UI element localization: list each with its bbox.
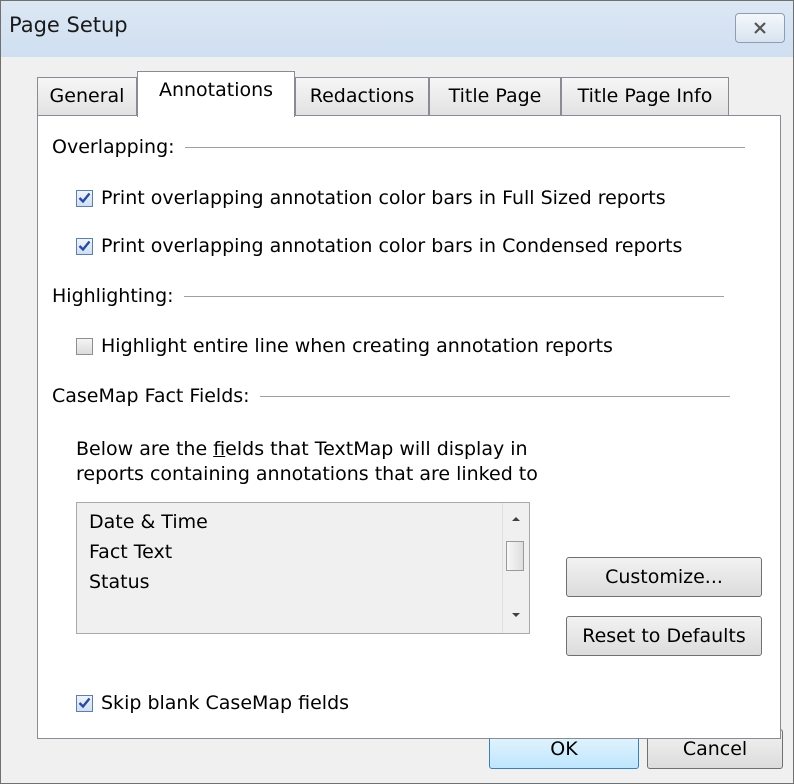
scroll-thumb[interactable] <box>506 541 524 571</box>
close-icon <box>754 22 766 34</box>
condensed-checkbox[interactable] <box>76 237 93 255</box>
tab-label: Redactions <box>309 85 415 107</box>
checkmark-icon <box>78 192 91 204</box>
dialog-title: Page Setup <box>9 13 128 37</box>
accelerator-key: f <box>213 438 226 460</box>
page-setup-dialog: Page Setup General Annotations Redaction… <box>0 0 794 784</box>
ok-label: OK <box>550 738 578 760</box>
reset-label: Reset to Defaults <box>582 625 746 647</box>
casemap-fields-list[interactable]: Date & Time Fact Text Status <box>76 502 530 634</box>
description-text: ields that TextMap will display in <box>225 438 528 460</box>
customize-button[interactable]: Customize... <box>566 557 762 597</box>
full-sized-checkbox-row[interactable]: Print overlapping annotation color bars … <box>76 187 666 209</box>
close-button[interactable] <box>735 13 785 43</box>
casemap-description: Below are the fields that TextMap will d… <box>76 437 538 487</box>
title-bar[interactable]: Page Setup <box>1 1 793 57</box>
entire-line-checkbox-row[interactable]: Highlight entire line when creating anno… <box>76 335 613 357</box>
casemap-heading: CaseMap Fact Fields: <box>52 385 250 407</box>
scroll-down-icon[interactable] <box>510 611 522 619</box>
checkmark-icon <box>78 697 91 709</box>
tab-label: Annotations <box>158 79 274 101</box>
customize-label: Customize... <box>605 566 723 588</box>
list-item[interactable]: Fact Text <box>89 541 172 563</box>
skip-blank-checkbox-row[interactable]: Skip blank CaseMap fields <box>76 692 349 714</box>
skip-blank-checkbox[interactable] <box>76 694 93 712</box>
tab-title-page[interactable]: Title Page <box>429 77 561 115</box>
list-scrollbar[interactable] <box>502 503 529 633</box>
condensed-checkbox-row[interactable]: Print overlapping annotation color bars … <box>76 235 682 257</box>
condensed-label: Print overlapping annotation color bars … <box>101 235 683 257</box>
tab-label: Title Page Info <box>577 85 713 107</box>
tab-label: General <box>49 85 125 107</box>
casemap-group: CaseMap Fact Fields: <box>52 385 730 407</box>
full-sized-checkbox[interactable] <box>76 189 93 207</box>
entire-line-checkbox[interactable] <box>76 337 93 355</box>
reset-to-defaults-button[interactable]: Reset to Defaults <box>566 616 762 656</box>
tab-annotations[interactable]: Annotations <box>137 71 295 117</box>
description-line-1: Below are the fields that TextMap will d… <box>76 437 538 462</box>
dialog-body: General Annotations Redactions Title Pag… <box>1 57 793 783</box>
overlapping-group: Overlapping: <box>52 136 745 158</box>
annotations-panel: Overlapping: Print overlapping annotatio… <box>37 115 781 739</box>
description-line-2: reports containing annotations that are … <box>76 463 538 485</box>
overlapping-heading: Overlapping: <box>52 136 175 158</box>
divider <box>184 146 745 148</box>
highlighting-group: Highlighting: <box>52 285 724 307</box>
tab-general[interactable]: General <box>37 77 137 115</box>
full-sized-label: Print overlapping annotation color bars … <box>101 187 666 209</box>
checkmark-icon <box>78 240 91 252</box>
divider <box>183 295 724 297</box>
tab-title-page-info[interactable]: Title Page Info <box>561 77 729 115</box>
tab-label: Title Page <box>448 85 542 107</box>
cancel-label: Cancel <box>682 738 748 760</box>
highlighting-heading: Highlighting: <box>52 285 174 307</box>
skip-blank-label: Skip blank CaseMap fields <box>101 692 350 714</box>
entire-line-label: Highlight entire line when creating anno… <box>101 335 613 357</box>
tab-redactions[interactable]: Redactions <box>295 77 429 115</box>
scroll-up-icon[interactable] <box>510 515 522 523</box>
description-text: Below are the <box>76 438 214 460</box>
list-item[interactable]: Status <box>89 571 150 593</box>
divider <box>259 395 730 397</box>
list-item[interactable]: Date & Time <box>89 511 208 533</box>
